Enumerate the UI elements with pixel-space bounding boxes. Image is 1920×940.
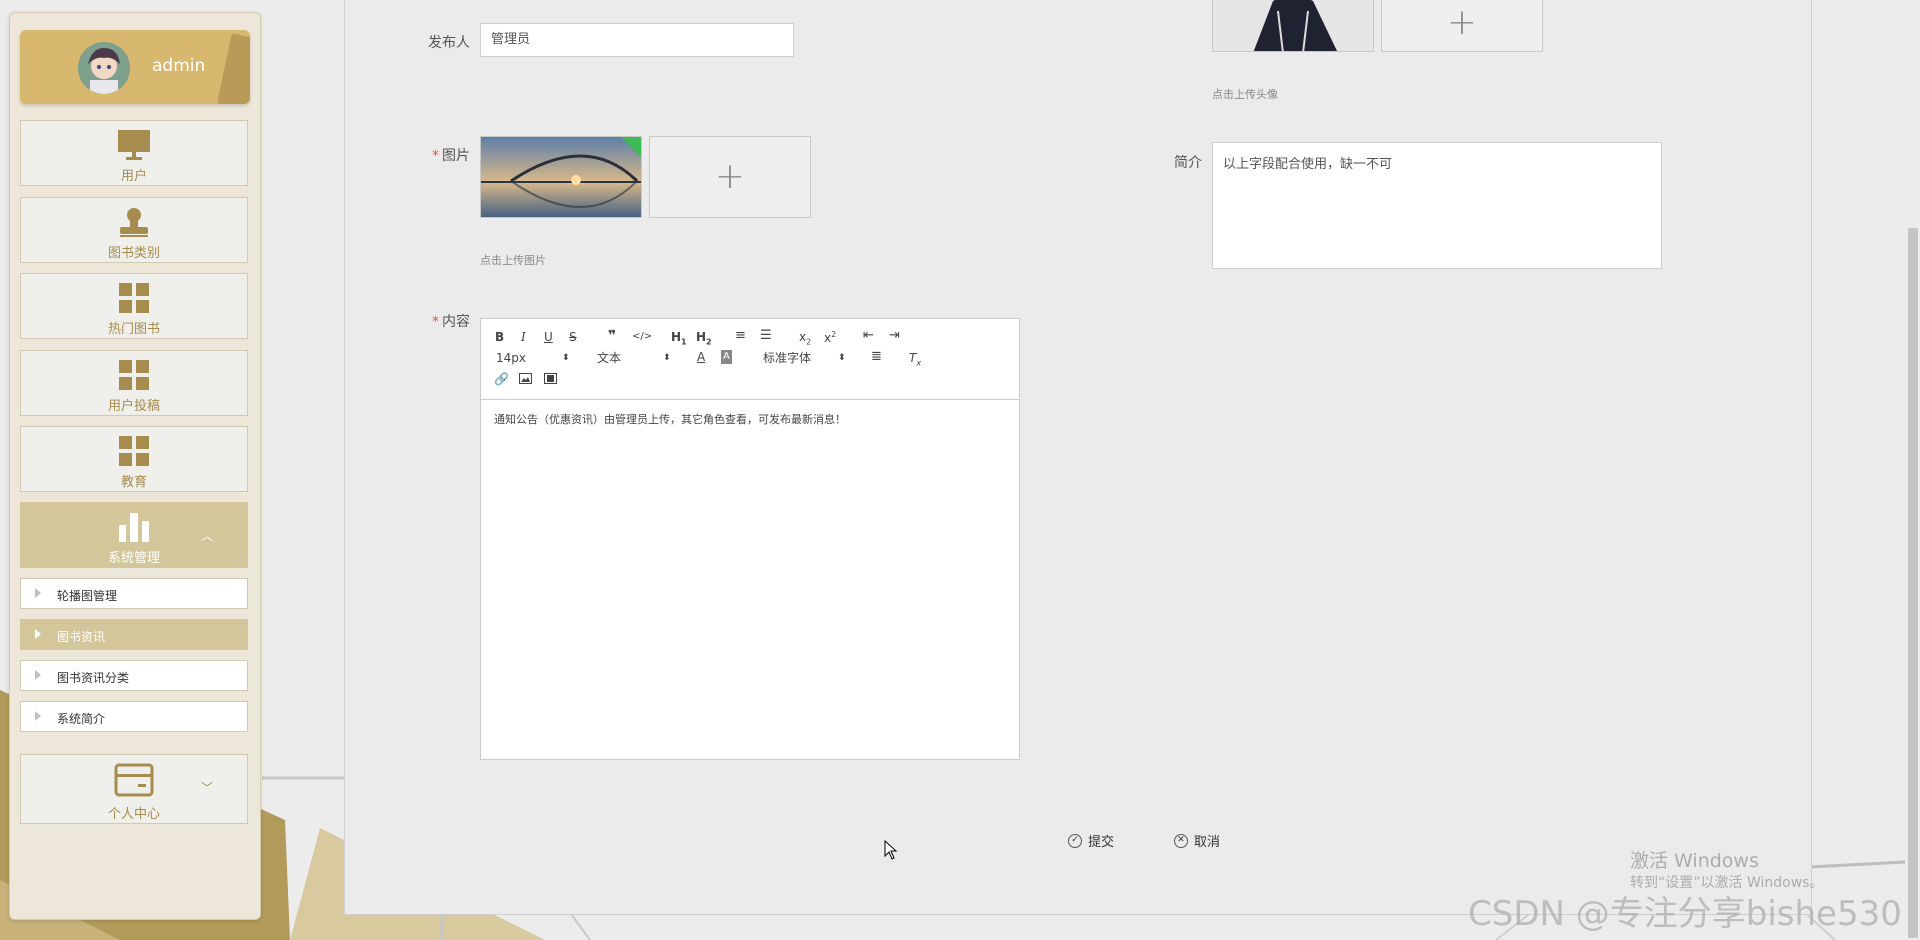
triangle-right-icon [35, 588, 41, 598]
nav-label-system-management: 系统管理 [107, 551, 160, 566]
plus-icon: + [1446, 2, 1478, 43]
ordered-list-icon[interactable]: ≡ [735, 329, 746, 343]
rich-text-editor[interactable]: B I U S ❞ </> H1 H2 ≡ ☰ x2 x2 ⇤ ⇥ 14px ⬍… [480, 318, 1020, 760]
indent-icon[interactable]: ⇥ [889, 329, 900, 343]
font-family-select-arrows-icon: ⬍ [838, 353, 846, 363]
nav-label-book-category: 图书类别 [107, 246, 160, 261]
code-block-icon[interactable]: </> [632, 330, 652, 344]
chevron-up-icon: ︿ [200, 529, 213, 543]
blockquote-icon[interactable]: ❞ [608, 329, 616, 343]
background-color-icon[interactable]: A [721, 350, 732, 364]
uploaded-avatar-thumbnail[interactable] [1212, 0, 1374, 52]
nav-item-education[interactable]: 教育 [20, 426, 248, 492]
nav-item-book-category[interactable]: 图书类别 [20, 197, 248, 263]
intro-textarea[interactable]: 以上字段配合使用，缺一不可 [1212, 142, 1662, 269]
nav-label-user-submissions: 用户投稿 [107, 399, 160, 414]
grid-icon [117, 359, 151, 395]
cancel-button[interactable]: ✕ 取消 [1174, 831, 1220, 850]
windows-activation-title: 激活 Windows [1630, 850, 1759, 872]
sub-item-book-news[interactable]: 图书资讯 [20, 619, 248, 650]
card-icon [114, 763, 154, 801]
nav-item-user-submissions[interactable]: 用户投稿 [20, 350, 248, 416]
video-icon[interactable] [544, 373, 557, 387]
nav-label-hot-books: 热门图书 [107, 322, 160, 337]
strikethrough-icon[interactable]: S [569, 330, 577, 344]
font-size-select-arrows-icon: ⬍ [562, 353, 570, 363]
nav-item-system-management[interactable]: 系统管理 ︿ [20, 502, 248, 568]
font-family-select[interactable]: 标准字体 [763, 351, 811, 365]
image-icon[interactable] [519, 373, 532, 387]
required-mark: * [432, 148, 439, 164]
uploaded-image-thumbnail[interactable] [480, 136, 642, 218]
sub-item-label: 图书资讯分类 [57, 671, 130, 685]
page-scrollbar[interactable] [1906, 0, 1920, 940]
plus-icon: + [714, 156, 746, 197]
avatar-upload-button[interactable]: + [1381, 0, 1543, 52]
cancel-button-label: 取消 [1194, 835, 1221, 850]
font-color-icon[interactable]: A [697, 350, 705, 364]
submit-button-label: 提交 [1088, 835, 1115, 850]
csdn-watermark: CSDN @专注分享bishe530 [1468, 894, 1902, 934]
check-circle-icon: ✓ [1068, 833, 1082, 848]
close-circle-icon: ✕ [1174, 833, 1188, 848]
avatar[interactable] [78, 42, 130, 94]
user-card[interactable]: admin [20, 30, 250, 104]
mouse-cursor-icon [884, 840, 898, 860]
heading1-icon[interactable]: H1 [671, 330, 687, 349]
align-icon[interactable]: ≣ [871, 350, 882, 364]
heading2-icon[interactable]: H2 [696, 330, 712, 349]
sub-item-label: 图书资讯 [57, 630, 106, 644]
nav-item-hot-books[interactable]: 热门图书 [20, 273, 248, 339]
triangle-right-icon [35, 670, 41, 680]
sub-item-system-intro[interactable]: 系统简介 [20, 701, 248, 732]
required-mark: * [432, 314, 439, 330]
bullet-list-icon[interactable]: ☰ [760, 329, 772, 343]
header-select[interactable]: 文本 [597, 351, 621, 365]
editor-toolbar: B I U S ❞ </> H1 H2 ≡ ☰ x2 x2 ⇤ ⇥ 14px ⬍… [481, 319, 1019, 400]
grid-icon [117, 435, 151, 471]
bold-icon[interactable]: B [495, 330, 504, 344]
sub-item-carousel[interactable]: 轮播图管理 [20, 578, 248, 609]
triangle-right-icon [35, 629, 41, 639]
image-label: * 图片 [420, 145, 470, 165]
superscript-icon[interactable]: x2 [824, 328, 836, 345]
underline-icon[interactable]: U [544, 330, 553, 344]
sub-item-label: 系统简介 [57, 712, 106, 726]
sidebar: admin 用户 图书类别 热门图书 用户投稿 教育 系统管理 ︿ 轮播图管理 … [9, 12, 261, 920]
scrollbar-thumb[interactable] [1908, 228, 1918, 938]
clear-format-icon[interactable]: Tx [909, 351, 921, 370]
triangle-right-icon [35, 711, 41, 721]
editor-content[interactable]: 通知公告（优惠资讯）由管理员上传，其它角色查看，可发布最新消息！ [494, 411, 846, 427]
sub-item-label: 轮播图管理 [57, 589, 118, 603]
publisher-label: 发布人 [428, 35, 470, 51]
avatar-upload-hint: 点击上传头像 [1212, 88, 1278, 101]
nav-label-personal-center: 个人中心 [107, 807, 160, 822]
nav-label-education: 教育 [120, 475, 147, 490]
outdent-icon[interactable]: ⇤ [863, 329, 874, 343]
sub-item-book-news-category[interactable]: 图书资讯分类 [20, 660, 248, 691]
subscript-icon[interactable]: x2 [799, 330, 811, 349]
submit-button[interactable]: ✓ 提交 [1068, 831, 1114, 850]
image-upload-button[interactable]: + [649, 136, 811, 218]
nav-label-users: 用户 [120, 169, 147, 184]
card-fold-decoration [216, 33, 250, 104]
username: admin [152, 56, 206, 76]
intro-label: 简介 [1174, 155, 1202, 171]
bar-chart-icon [117, 511, 151, 547]
nav-item-users[interactable]: 用户 [20, 120, 248, 186]
image-label-text: 图片 [442, 148, 470, 164]
nav-item-personal-center[interactable]: 个人中心 ﹀ [20, 754, 248, 824]
chevron-down-icon: ﹀ [200, 781, 213, 795]
content-label: * 内容 [420, 311, 470, 331]
grid-icon [117, 282, 151, 318]
italic-icon[interactable]: I [521, 330, 526, 344]
monitor-icon [117, 129, 151, 165]
image-upload-hint: 点击上传图片 [480, 254, 546, 267]
link-icon[interactable]: 🔗 [494, 372, 509, 386]
publisher-input[interactable]: 管理员 [480, 23, 794, 57]
content-label-text: 内容 [442, 314, 470, 330]
header-select-arrows-icon: ⬍ [663, 353, 671, 363]
font-size-select[interactable]: 14px [496, 351, 526, 365]
stamp-icon [117, 206, 151, 242]
